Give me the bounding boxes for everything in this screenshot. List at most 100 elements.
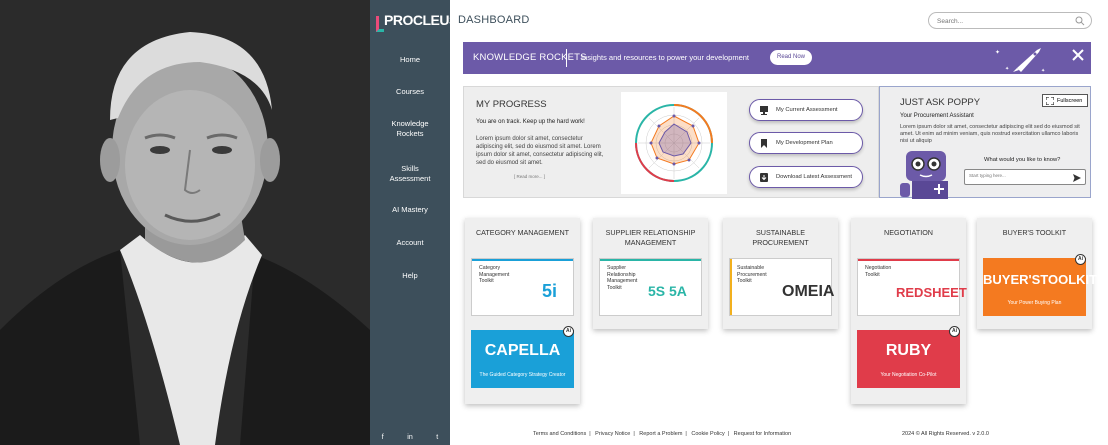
srm-toolkit[interactable]: Supplier Relationship Management Toolkit… bbox=[599, 258, 702, 316]
progress-description: Lorem ipsum dolor sit amet, consectetur … bbox=[476, 136, 604, 166]
my-current-assessment-label: My Current Assessment bbox=[776, 107, 838, 113]
toolkit-logo: CAPELLA bbox=[484, 342, 561, 359]
footer-copyright: 2024 © All Rights Reserved. v 2.0.0 bbox=[902, 431, 989, 437]
ai-badge-icon: Ai bbox=[563, 326, 574, 337]
card-title: NEGOTIATION bbox=[884, 228, 933, 237]
send-icon[interactable] bbox=[1073, 174, 1081, 182]
twitter-icon[interactable]: t bbox=[436, 434, 438, 441]
card-category-management[interactable]: CATEGORY MANAGEMENT Category Management … bbox=[465, 218, 580, 404]
download-latest-assessment-button[interactable]: Download Latest Assessment bbox=[749, 166, 863, 188]
sustainable-procurement-toolkit[interactable]: Sustainable Procurement Toolkit OMEIA bbox=[729, 258, 835, 316]
toolkit-accent-bar bbox=[730, 259, 732, 315]
poppy-chat-input[interactable] bbox=[969, 173, 1069, 178]
portrait-photo bbox=[0, 0, 370, 445]
sidebar-item-skills-assessment[interactable]: Skills Assessment bbox=[384, 164, 436, 184]
poppy-subtitle: Your Procurement Assistant bbox=[900, 113, 974, 119]
my-development-plan-button[interactable]: My Development Plan bbox=[749, 132, 863, 154]
fullscreen-button[interactable]: Fullscreen bbox=[1042, 94, 1088, 107]
knowledge-rockets-banner: KNOWLEDGE ROCKETS Insights and resources… bbox=[463, 42, 1091, 74]
download-icon bbox=[760, 173, 768, 182]
my-development-plan-label: My Development Plan bbox=[776, 140, 833, 146]
buyers-toolkit[interactable]: BUYER'STOOLKIT Your Power Buying Plan Ai bbox=[983, 254, 1098, 316]
fullscreen-label: Fullscreen bbox=[1057, 98, 1083, 104]
toolkit-tagline: The Guided Category Strategy Creator bbox=[479, 372, 566, 378]
card-title: SUSTAINABLE PROCUREMENT bbox=[752, 228, 809, 247]
sidebar-item-home[interactable]: Home bbox=[370, 55, 450, 65]
search-input[interactable] bbox=[937, 15, 1067, 27]
sidebar-item-knowledge-rockets[interactable]: Knowledge Rockets bbox=[384, 119, 436, 139]
ai-badge-icon: Ai bbox=[949, 326, 960, 337]
banner-divider bbox=[566, 49, 567, 67]
footer-link-report[interactable]: Report a Problem bbox=[639, 431, 682, 437]
category-management-toolkit[interactable]: Category Management Toolkit 5i bbox=[471, 258, 574, 316]
footer-link-cookie[interactable]: Cookie Policy bbox=[691, 431, 724, 437]
progress-title: MY PROGRESS bbox=[476, 99, 547, 110]
banner-title: KNOWLEDGE ROCKETS bbox=[473, 52, 587, 63]
footer-link-terms[interactable]: Terms and Conditions bbox=[533, 431, 586, 437]
screen: PROCLEUS Home Courses Knowledge Rockets … bbox=[0, 0, 1108, 445]
progress-radar-chart bbox=[621, 92, 727, 194]
bookmark-icon bbox=[761, 139, 767, 148]
toolkit-logo: BUYER'STOOLKIT bbox=[983, 272, 1098, 287]
close-icon[interactable] bbox=[1071, 48, 1085, 62]
read-now-button[interactable]: Read Now bbox=[770, 50, 812, 65]
card-supplier-relationship-management[interactable]: SUPPLIER RELATIONSHIP MANAGEMENT Supplie… bbox=[593, 218, 708, 329]
search-icon[interactable] bbox=[1075, 16, 1085, 26]
negotiation-toolkit[interactable]: Negotiation Toolkit REDSHEET bbox=[857, 258, 967, 316]
sidebar-item-help[interactable]: Help bbox=[370, 271, 450, 281]
footer-links: Terms and Conditions | Privacy Notice | Re… bbox=[533, 431, 792, 437]
linkedin-icon[interactable]: in bbox=[407, 434, 412, 441]
social-links: f in t bbox=[370, 434, 450, 441]
monitor-icon bbox=[760, 106, 768, 115]
banner-description: Insights and resources to power your dev… bbox=[581, 53, 750, 62]
toolkit-accent-bar bbox=[472, 259, 573, 261]
toolkit-label: Category Management Toolkit bbox=[479, 265, 510, 284]
toolkit-logo: REDSHEET bbox=[896, 285, 967, 300]
poppy-chat-box bbox=[964, 169, 1086, 185]
expand-icon bbox=[1046, 97, 1054, 105]
card-sustainable-procurement[interactable]: SUSTAINABLE PROCUREMENT Sustainable Proc… bbox=[723, 218, 838, 329]
app-logo[interactable]: PROCLEUS bbox=[384, 12, 458, 28]
svg-text:✦: ✦ bbox=[995, 49, 1000, 56]
capella-toolkit[interactable]: CAPELLA The Guided Category Strategy Cre… bbox=[471, 326, 574, 388]
card-title: BUYER'S TOOLKIT bbox=[1002, 228, 1067, 237]
my-progress-panel: MY PROGRESS You are on track. Keep up th… bbox=[463, 86, 879, 198]
read-more-link[interactable]: [ Read more... ] bbox=[514, 174, 545, 179]
card-title: CATEGORY MANAGEMENT bbox=[475, 228, 570, 237]
my-current-assessment-button[interactable]: My Current Assessment bbox=[749, 99, 863, 121]
card-negotiation[interactable]: NEGOTIATION Negotiation Toolkit REDSHEET… bbox=[851, 218, 967, 404]
sidebar: PROCLEUS Home Courses Knowledge Rockets … bbox=[370, 0, 458, 445]
footer-link-privacy[interactable]: Privacy Notice bbox=[595, 431, 630, 437]
poppy-description: Lorem ipsum dolor sit amet, consectetur … bbox=[900, 124, 1080, 144]
ruby-toolkit[interactable]: RUBY Your Negotiation Co-Pilot Ai bbox=[857, 326, 960, 388]
toolkit-logo: OMEIA bbox=[782, 283, 835, 300]
sidebar-item-ai-mastery[interactable]: AI Mastery bbox=[370, 205, 450, 215]
svg-text:✦: ✦ bbox=[1005, 66, 1009, 72]
search-box bbox=[928, 12, 1092, 29]
rocket-icon: ✦ ✦ ✦ bbox=[995, 48, 1045, 74]
toolkit-label: Supplier Relationship Management Toolkit bbox=[607, 265, 638, 291]
download-latest-assessment-label: Download Latest Assessment bbox=[776, 174, 853, 180]
page-title: DASHBOARD bbox=[458, 14, 530, 26]
main-content: DASHBOARD KNOWLEDGE ROCKETS Insights and… bbox=[450, 0, 1108, 445]
toolkit-accent-bar bbox=[600, 259, 701, 261]
svg-text:✦: ✦ bbox=[1041, 68, 1045, 74]
toolkit-label: Sustainable Procurement Toolkit bbox=[737, 265, 767, 284]
toolkit-logo: 5S 5A bbox=[648, 283, 687, 299]
poppy-robot-icon bbox=[900, 151, 948, 199]
ai-badge-icon: Ai bbox=[1075, 254, 1086, 265]
sidebar-item-account[interactable]: Account bbox=[370, 238, 450, 248]
toolkit-tagline: Your Power Buying Plan bbox=[1007, 300, 1062, 306]
just-ask-poppy-panel: JUST ASK POPPY Fullscreen Your Procureme… bbox=[879, 86, 1091, 199]
poppy-title: JUST ASK POPPY bbox=[900, 97, 981, 108]
card-buyers-toolkit[interactable]: BUYER'S TOOLKIT BUYER'STOOLKIT Your Powe… bbox=[977, 218, 1098, 329]
toolkit-label: Negotiation Toolkit bbox=[865, 265, 892, 278]
progress-subtitle: You are on track. Keep up the hard work! bbox=[476, 119, 585, 125]
footer-link-rfi[interactable]: Request for Information bbox=[734, 431, 791, 437]
facebook-icon[interactable]: f bbox=[382, 434, 384, 441]
toolkit-tagline: Your Negotiation Co-Pilot bbox=[880, 372, 937, 378]
sidebar-item-courses[interactable]: Courses bbox=[370, 87, 450, 97]
logo-mark-icon bbox=[376, 16, 384, 32]
toolkit-logo: 5i bbox=[542, 281, 558, 301]
toolkit-accent-bar bbox=[858, 259, 959, 261]
